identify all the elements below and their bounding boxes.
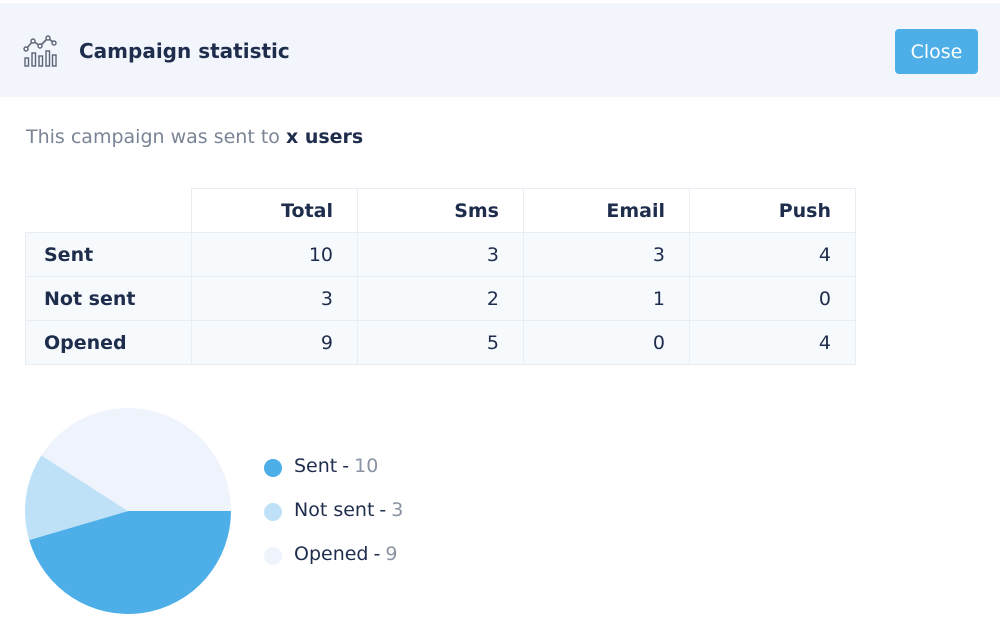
- table-cell: 4: [689, 320, 856, 365]
- legend-dot-opened: [264, 547, 282, 565]
- legend-dot-sent: [264, 459, 282, 477]
- column-header-email: Email: [523, 188, 690, 233]
- chart-legend: Sent - 10 Not sent - 3 Opened - 9: [264, 455, 403, 587]
- legend-value: 10: [354, 455, 379, 477]
- table-row: Opened 9 5 0 4: [25, 320, 856, 365]
- legend-separator: -: [379, 499, 387, 521]
- legend-value: 9: [385, 543, 398, 565]
- row-label-opened: Opened: [25, 320, 192, 365]
- table-cell: 4: [689, 232, 856, 277]
- table-cell: 10: [191, 232, 358, 277]
- intro-user-count: x users: [285, 126, 364, 148]
- table-corner-cell: [25, 188, 192, 233]
- modal-header: Campaign statistic Close: [0, 3, 1000, 97]
- stats-table: Total Sms Email Push Sent 10 3 3 4 Not s…: [25, 188, 856, 365]
- column-header-push: Push: [689, 188, 856, 233]
- table-row: Sent 10 3 3 4: [25, 232, 856, 277]
- legend-separator: -: [373, 543, 381, 565]
- modal-title: Campaign statistic: [79, 39, 290, 63]
- legend-separator: -: [342, 455, 350, 477]
- chart-stats-icon: [23, 35, 57, 67]
- table-cell: 5: [357, 320, 524, 365]
- table-cell: 3: [357, 232, 524, 277]
- legend-label: Sent: [294, 455, 338, 477]
- legend-label: Opened: [294, 543, 369, 565]
- table-cell: 0: [523, 320, 690, 365]
- legend-item-not-sent: Not sent - 3: [264, 499, 403, 543]
- legend-dot-not-sent: [264, 503, 282, 521]
- table-header-row: Total Sms Email Push: [25, 188, 856, 233]
- table-cell: 1: [523, 276, 690, 321]
- table-cell: 9: [191, 320, 358, 365]
- intro-prefix: This campaign was sent to: [26, 126, 286, 148]
- table-cell: 3: [523, 232, 690, 277]
- row-label-sent: Sent: [25, 232, 192, 277]
- table-row: Not sent 3 2 1 0: [25, 276, 856, 321]
- intro-text: This campaign was sent to x users: [26, 126, 363, 148]
- legend-item-opened: Opened - 9: [264, 543, 403, 587]
- table-cell: 0: [689, 276, 856, 321]
- pie-chart: [25, 408, 231, 614]
- table-cell: 3: [191, 276, 358, 321]
- close-button[interactable]: Close: [895, 29, 978, 74]
- legend-value: 3: [391, 499, 404, 521]
- legend-label: Not sent: [294, 499, 375, 521]
- row-label-not-sent: Not sent: [25, 276, 192, 321]
- legend-item-sent: Sent - 10: [264, 455, 403, 499]
- table-cell: 2: [357, 276, 524, 321]
- column-header-sms: Sms: [357, 188, 524, 233]
- column-header-total: Total: [191, 188, 358, 233]
